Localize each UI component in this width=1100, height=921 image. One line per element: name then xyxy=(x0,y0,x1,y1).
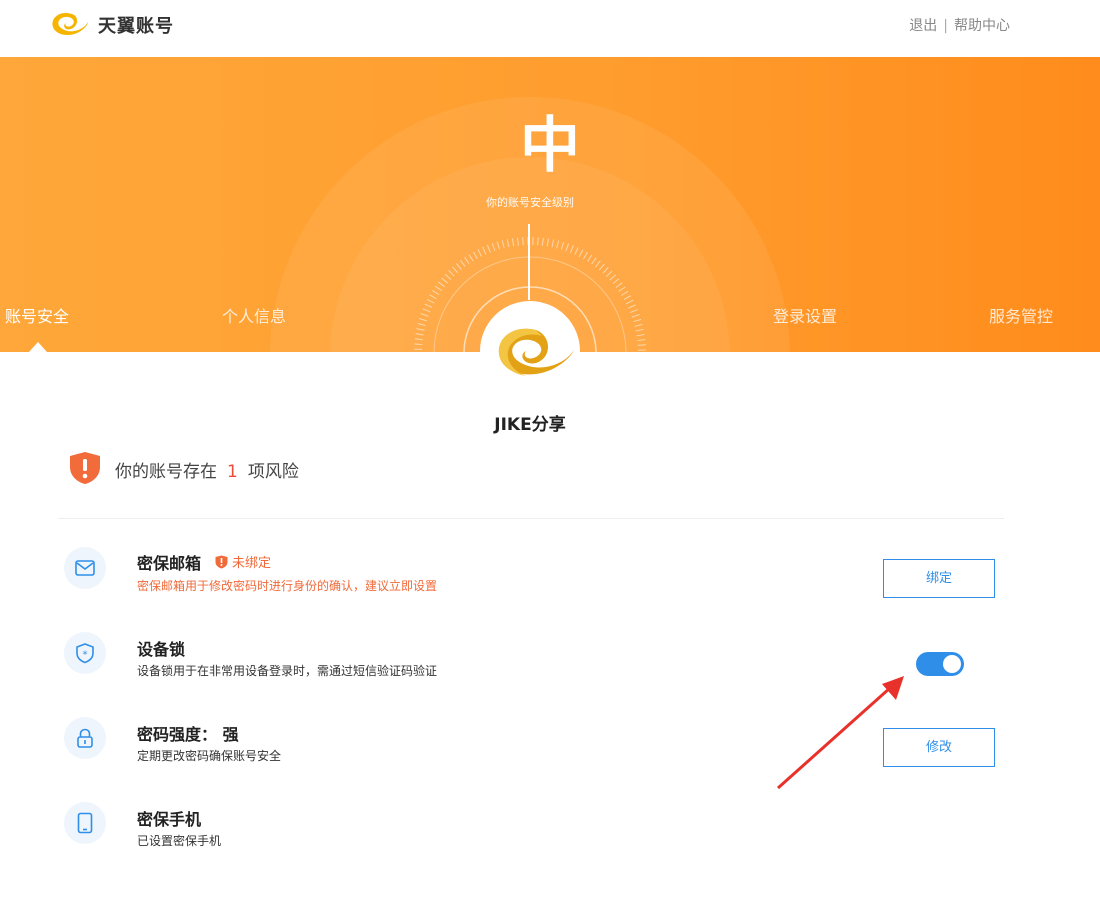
active-tab-caret xyxy=(29,342,47,352)
password-strength-desc: 定期更改密码确保账号安全 xyxy=(137,749,282,763)
tianyi-logo-icon xyxy=(52,12,88,36)
dial-needle xyxy=(528,224,530,300)
top-header: 天翼账号 退出 | 帮助中心 xyxy=(0,0,1100,57)
logout-link[interactable]: 退出 xyxy=(909,18,937,34)
phone-icon-wrap xyxy=(64,802,106,844)
shield-star-icon-wrap: * xyxy=(64,632,106,674)
risk-summary: 你的账号存在 1 项风险 xyxy=(115,457,299,482)
device-lock-title: 设备锁 xyxy=(137,640,186,659)
mail-icon xyxy=(75,560,95,576)
bind-email-button[interactable]: 绑定 xyxy=(883,559,995,598)
lock-icon xyxy=(77,728,93,748)
help-center-link[interactable]: 帮助中心 xyxy=(954,18,1010,34)
security-phone-desc: 已设置密保手机 xyxy=(137,834,222,848)
unbound-badge: 未绑定 xyxy=(215,552,271,571)
username: JIKE分享 xyxy=(494,415,566,435)
security-level: 中 xyxy=(520,111,580,181)
device-lock-desc: 设备锁用于在非常用设备登录时，需通过短信验证码验证 xyxy=(137,664,438,678)
risk-prefix: 你的账号存在 xyxy=(115,462,217,482)
link-separator: | xyxy=(943,18,948,34)
tab-service-control[interactable]: 服务管控 xyxy=(989,303,1053,327)
top-links: 退出 | 帮助中心 xyxy=(909,15,1010,35)
annotation-arrow-icon xyxy=(777,676,904,790)
unbound-badge-label: 未绑定 xyxy=(232,556,272,571)
phone-icon xyxy=(77,812,93,834)
mail-icon-wrap xyxy=(64,547,106,589)
warning-shield-icon xyxy=(215,555,228,569)
tab-personal-info[interactable]: 个人信息 xyxy=(222,303,286,327)
svg-text:*: * xyxy=(83,650,88,661)
risk-count: 1 xyxy=(227,462,238,482)
avatar-logo-icon xyxy=(498,328,574,376)
lock-icon-wrap xyxy=(64,717,106,759)
shield-star-icon: * xyxy=(76,643,94,664)
risk-suffix: 项风险 xyxy=(247,462,299,482)
brand-title: 天翼账号 xyxy=(98,16,174,37)
security-level-label: 你的账号安全级别 xyxy=(486,196,574,209)
security-phone-title: 密保手机 xyxy=(137,810,202,829)
email-title: 密保邮箱 xyxy=(137,554,202,573)
toggle-knob xyxy=(943,655,961,673)
divider xyxy=(58,518,1004,519)
risk-shield-icon xyxy=(70,452,100,484)
email-desc: 密保邮箱用于修改密码时进行身份的确认，建议立即设置 xyxy=(137,579,438,593)
device-lock-toggle[interactable] xyxy=(916,652,964,676)
tab-account-security[interactable]: 账号安全 xyxy=(5,303,69,327)
tab-login-settings[interactable]: 登录设置 xyxy=(773,303,837,327)
password-strength-title: 密码强度： 强 xyxy=(137,725,239,744)
